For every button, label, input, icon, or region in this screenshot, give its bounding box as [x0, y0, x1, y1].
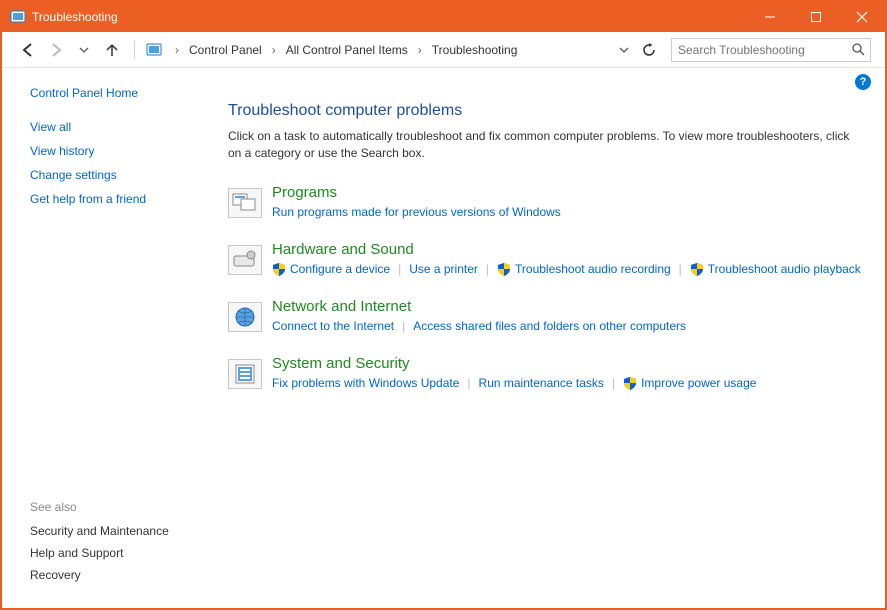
see-also-heading: See also — [30, 500, 202, 514]
close-button[interactable] — [839, 2, 885, 32]
address-icon[interactable] — [145, 41, 165, 59]
link-separator: | — [402, 319, 405, 333]
breadcrumb-all-items[interactable]: All Control Panel Items — [282, 41, 412, 59]
link-separator: | — [398, 262, 401, 276]
sidebar: Control Panel Home View all View history… — [2, 68, 202, 608]
page-heading: Troubleshoot computer problems — [228, 102, 865, 120]
task-link-hardware-sound-3[interactable]: Troubleshoot audio playback — [690, 262, 861, 276]
page-intro: Click on a task to automatically trouble… — [228, 128, 865, 162]
chevron-right-icon[interactable]: › — [173, 41, 181, 59]
address-dropdown-icon[interactable] — [615, 45, 633, 55]
category-programs: Programs Run programs made for previous … — [228, 184, 865, 219]
control-panel-sysicon — [10, 9, 26, 25]
task-link-network-internet-0[interactable]: Connect to the Internet — [272, 319, 394, 333]
task-link-network-internet-1[interactable]: Access shared files and folders on other… — [413, 319, 686, 333]
search-box[interactable] — [671, 38, 871, 62]
nav-up-button[interactable] — [100, 38, 124, 62]
uac-shield-icon — [497, 262, 511, 276]
toolbar: › Control Panel › All Control Panel Item… — [2, 32, 885, 68]
main-content: ? Troubleshoot computer problems Click o… — [202, 68, 885, 608]
sidebar-item-view-history[interactable]: View history — [30, 144, 202, 158]
maximize-button[interactable] — [793, 2, 839, 32]
task-link-label: Run programs made for previous versions … — [272, 205, 561, 219]
see-also-help-support[interactable]: Help and Support — [30, 546, 202, 560]
task-link-hardware-sound-0[interactable]: Configure a device — [272, 262, 390, 276]
breadcrumb-troubleshooting[interactable]: Troubleshooting — [428, 41, 522, 59]
task-link-label: Improve power usage — [641, 376, 756, 390]
task-link-system-security-2[interactable]: Improve power usage — [623, 376, 756, 390]
titlebar: Troubleshooting — [2, 2, 885, 32]
link-separator: | — [612, 376, 615, 390]
link-separator: | — [486, 262, 489, 276]
category-hardware-sound: Hardware and Sound Configure a device | Us… — [228, 241, 865, 276]
see-also-security-maintenance[interactable]: Security and Maintenance — [30, 524, 202, 538]
minimize-button[interactable] — [747, 2, 793, 32]
category-icon-hardware-sound — [228, 245, 262, 275]
task-link-label: Run maintenance tasks — [479, 376, 604, 390]
category-title-network-internet[interactable]: Network and Internet — [272, 298, 865, 315]
nav-forward-button[interactable] — [44, 38, 68, 62]
control-panel-home-link[interactable]: Control Panel Home — [30, 86, 202, 100]
sidebar-item-change-settings[interactable]: Change settings — [30, 168, 202, 182]
help-icon[interactable]: ? — [855, 74, 871, 90]
task-link-label: Troubleshoot audio recording — [515, 262, 671, 276]
category-title-system-security[interactable]: System and Security — [272, 355, 865, 372]
search-icon[interactable] — [850, 43, 866, 56]
sidebar-item-view-all[interactable]: View all — [30, 120, 202, 134]
search-input[interactable] — [676, 42, 850, 58]
refresh-button[interactable] — [637, 43, 661, 57]
window-title: Troubleshooting — [32, 10, 118, 24]
task-link-hardware-sound-2[interactable]: Troubleshoot audio recording — [497, 262, 671, 276]
nav-back-button[interactable] — [16, 38, 40, 62]
see-also-recovery[interactable]: Recovery — [30, 568, 202, 582]
task-link-label: Use a printer — [409, 262, 478, 276]
category-title-hardware-sound[interactable]: Hardware and Sound — [272, 241, 865, 258]
category-icon-network-internet — [228, 302, 262, 332]
task-link-label: Configure a device — [290, 262, 390, 276]
toolbar-separator — [134, 41, 135, 59]
link-separator: | — [679, 262, 682, 276]
category-title-programs[interactable]: Programs — [272, 184, 865, 201]
uac-shield-icon — [690, 262, 704, 276]
chevron-right-icon[interactable]: › — [416, 41, 424, 59]
task-link-hardware-sound-1[interactable]: Use a printer — [409, 262, 478, 276]
breadcrumb-control-panel[interactable]: Control Panel — [185, 41, 266, 59]
sidebar-item-get-help[interactable]: Get help from a friend — [30, 192, 202, 206]
task-link-label: Fix problems with Windows Update — [272, 376, 459, 390]
task-link-label: Access shared files and folders on other… — [413, 319, 686, 333]
task-link-system-security-0[interactable]: Fix problems with Windows Update — [272, 376, 459, 390]
task-link-system-security-1[interactable]: Run maintenance tasks — [479, 376, 604, 390]
category-icon-system-security — [228, 359, 262, 389]
nav-recent-dropdown[interactable] — [72, 38, 96, 62]
task-link-programs-0[interactable]: Run programs made for previous versions … — [272, 205, 561, 219]
chevron-right-icon[interactable]: › — [270, 41, 278, 59]
category-icon-programs — [228, 188, 262, 218]
uac-shield-icon — [272, 262, 286, 276]
task-link-label: Troubleshoot audio playback — [708, 262, 861, 276]
link-separator: | — [467, 376, 470, 390]
uac-shield-icon — [623, 376, 637, 390]
task-link-label: Connect to the Internet — [272, 319, 394, 333]
category-network-internet: Network and Internet Connect to the Inte… — [228, 298, 865, 333]
category-system-security: System and Security Fix problems with Wi… — [228, 355, 865, 390]
